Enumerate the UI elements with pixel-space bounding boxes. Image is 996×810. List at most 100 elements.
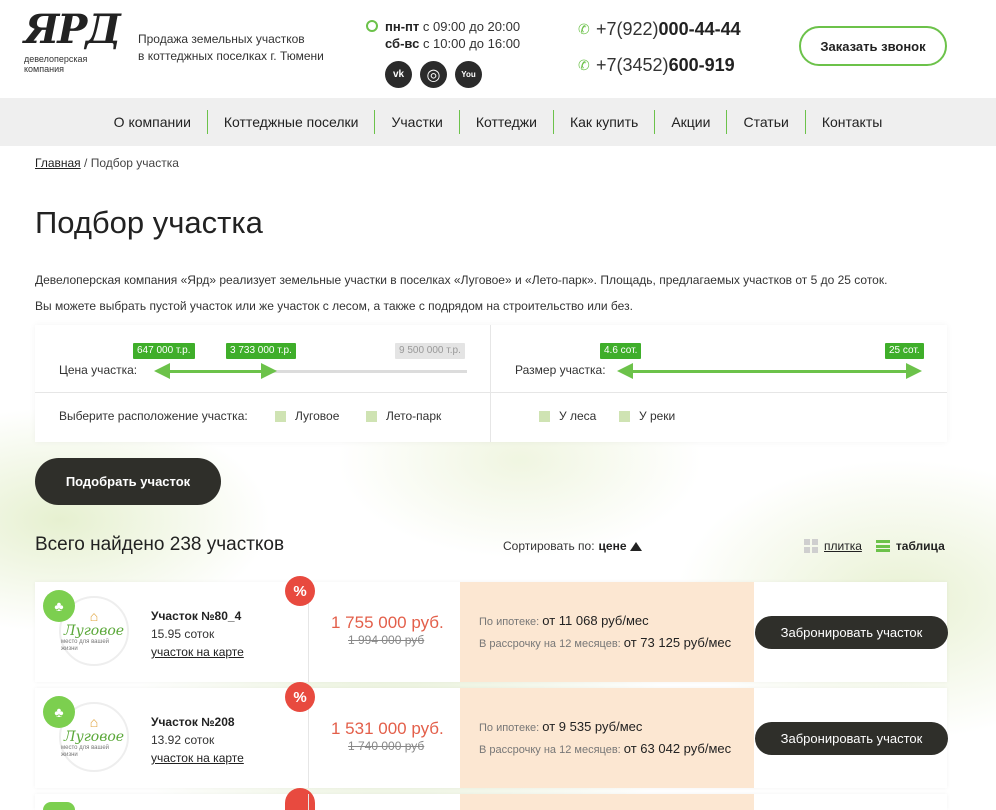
nav-item-promotions[interactable]: Акции — [654, 110, 726, 134]
hours-weekend: сб-вс с 10:00 до 16:00 — [385, 36, 521, 51]
village-slogan: место для вашей жизни — [61, 745, 110, 758]
lot-card[interactable]: ⌂ Луговое место для вашей жизни ♣ Участо… — [35, 682, 948, 788]
instagram-icon[interactable]: ◎ — [420, 61, 447, 88]
discount-percent-icon — [285, 788, 315, 810]
phone-2-prefix: +7(3452) — [596, 54, 669, 75]
view-tile-link[interactable]: плитка — [824, 539, 862, 553]
lot-title: Участок №80_4 — [151, 609, 242, 623]
phone-icon: ✆ — [578, 20, 590, 37]
tagline-line1: Продажа земельных участков — [138, 32, 305, 46]
lot-card[interactable]: ⌂ Луговое место для вашей жизни ♣ Участо… — [35, 576, 948, 682]
hours-weekdays: пн-пт с 09:00 до 20:00 — [385, 19, 521, 34]
sort-control[interactable]: Сортировать по: цене — [503, 539, 642, 553]
phone-1-prefix: +7(922) — [596, 18, 659, 39]
feature-checkbox-forest[interactable]: У леса — [539, 409, 596, 423]
location-checkbox-leto-park[interactable]: Лето-парк — [366, 409, 441, 423]
site-header: ЯРД девелоперская компания Продажа земел… — [0, 0, 996, 98]
phone-icon: ✆ — [578, 56, 590, 73]
lot-map-link[interactable]: участок на карте — [151, 645, 244, 659]
nav-item-articles[interactable]: Статьи — [726, 110, 804, 134]
discount-percent-icon: % — [285, 576, 315, 606]
breadcrumb: Главная / Подбор участка — [35, 156, 179, 170]
sort-ascending-icon[interactable] — [629, 541, 642, 551]
social-links: vk ◎ You — [385, 61, 482, 88]
lot-old-price: 1 740 000 руб — [348, 739, 425, 753]
checkbox-box — [366, 410, 377, 422]
payment-options: По ипотеке: от 9 535 руб/мес В рассрочку… — [460, 688, 754, 788]
phone-2[interactable]: ✆ +7(3452) 600-919 — [578, 54, 741, 76]
price-label: Цена участка: — [59, 363, 138, 377]
location-label: Выберите расположение участка: — [59, 409, 248, 423]
installment-row: В рассрочку на 12 месяцев: от 63 042 руб… — [479, 741, 732, 756]
price-slider-max-handle[interactable] — [260, 363, 277, 379]
view-table-link[interactable]: таблица — [896, 539, 945, 553]
sort-label: Сортировать по: — [503, 539, 595, 553]
tagline-line2: в коттеджных поселках г. Тюмени — [138, 49, 324, 63]
logo-mark: ЯРД — [24, 6, 121, 53]
mortgage-row: По ипотеке: от 9 535 руб/мес — [479, 719, 643, 734]
book-plot-button[interactable]: Забронировать участок — [755, 722, 948, 755]
tagline: Продажа земельных участков в коттеджных … — [138, 31, 348, 65]
filter-row-divider — [35, 392, 947, 393]
checkbox-label: Луговое — [295, 409, 340, 423]
view-switcher: плитка таблица — [804, 539, 945, 553]
pick-plot-button[interactable]: Подобрать участок — [35, 458, 221, 505]
house-icon: ⌂ — [89, 714, 99, 730]
youtube-icon[interactable]: You — [455, 61, 482, 88]
forest-badge-icon: ♣ — [43, 590, 75, 622]
grid-view-icon[interactable] — [804, 539, 818, 553]
village-name: Луговое — [63, 729, 125, 745]
intro-line-2: Вы можете выбрать пустой участок или же … — [35, 299, 633, 313]
nav-item-cottages[interactable]: Коттеджи — [458, 110, 553, 134]
nav-item-villages[interactable]: Коттеджные поселки — [206, 110, 375, 134]
size-slider-min-handle[interactable] — [617, 363, 633, 379]
phone-1[interactable]: ✆ +7(922) 000-44-44 — [578, 18, 741, 40]
nav-item-how-to-buy[interactable]: Как купить — [552, 110, 654, 134]
size-slider-max-handle[interactable] — [906, 363, 922, 379]
working-hours: пн-пт с 09:00 до 20:00 сб-вс с 10:00 до … — [366, 18, 520, 52]
logo-sub-line1: девелоперская — [24, 54, 88, 64]
sort-value[interactable]: цене — [599, 539, 627, 553]
filter-panel: Цена участка: 647 000 т.р. 3 733 000 т.р… — [35, 325, 947, 442]
price-selected-tag: 3 733 000 т.р. — [226, 343, 296, 359]
payment-options: По ипотеке: от 11 068 руб/мес В рассрочк… — [460, 582, 754, 682]
book-plot-button[interactable]: Забронировать участок — [755, 616, 948, 649]
size-max-tag: 25 сот. — [885, 343, 924, 359]
size-slider-range[interactable] — [625, 370, 910, 373]
breadcrumb-current: Подбор участка — [90, 156, 179, 170]
installment-row: В рассрочку на 12 месяцев: от 73 125 руб… — [479, 635, 732, 650]
callback-button[interactable]: Заказать звонок — [799, 26, 947, 66]
main-nav: О компании Коттеджные поселки Участки Ко… — [0, 98, 996, 146]
checkbox-box — [539, 410, 550, 422]
village-slogan: место для вашей жизни — [61, 639, 110, 652]
results-count: Всего найдено 238 участков — [35, 534, 285, 555]
intro-line-1: Девелоперская компания «Ярд» реализует з… — [35, 273, 888, 287]
lot-map-link[interactable]: участок на карте — [151, 751, 244, 765]
phone-2-number: 600-919 — [668, 54, 735, 75]
feature-checkbox-river[interactable]: У реки — [619, 409, 675, 423]
card-divider — [308, 794, 309, 810]
lot-title: Участок №208 — [151, 715, 235, 729]
price-slider-min-handle[interactable] — [154, 363, 170, 379]
house-icon: ⌂ — [89, 608, 99, 624]
price-min-tag: 647 000 т.р. — [133, 343, 195, 359]
price-max-tag: 9 500 000 т.р. — [395, 343, 465, 359]
company-logo[interactable]: ЯРД девелоперская компания — [24, 6, 121, 75]
checkbox-box — [619, 410, 630, 422]
nav-item-plots[interactable]: Участки — [374, 110, 458, 134]
page-title: Подбор участка — [35, 205, 263, 240]
village-name: Луговое — [63, 623, 125, 639]
phone-1-number: 000-44-44 — [658, 18, 741, 39]
mortgage-row: По ипотеке: от 11 068 руб/мес — [479, 613, 649, 628]
vk-icon[interactable]: vk — [385, 61, 412, 88]
lot-card-partial[interactable] — [35, 788, 947, 810]
checkbox-label: Лето-парк — [386, 409, 442, 423]
nav-item-about[interactable]: О компании — [98, 110, 207, 134]
list-view-icon[interactable] — [875, 540, 890, 552]
nav-item-contacts[interactable]: Контакты — [804, 110, 898, 134]
location-checkbox-lugovoe[interactable]: Луговое — [275, 409, 339, 423]
breadcrumb-home-link[interactable]: Главная — [35, 156, 81, 170]
lot-price: 1 531 000 руб. — [331, 719, 444, 738]
discount-percent-icon: % — [285, 682, 315, 712]
lot-old-price: 1 994 000 руб — [348, 633, 425, 647]
